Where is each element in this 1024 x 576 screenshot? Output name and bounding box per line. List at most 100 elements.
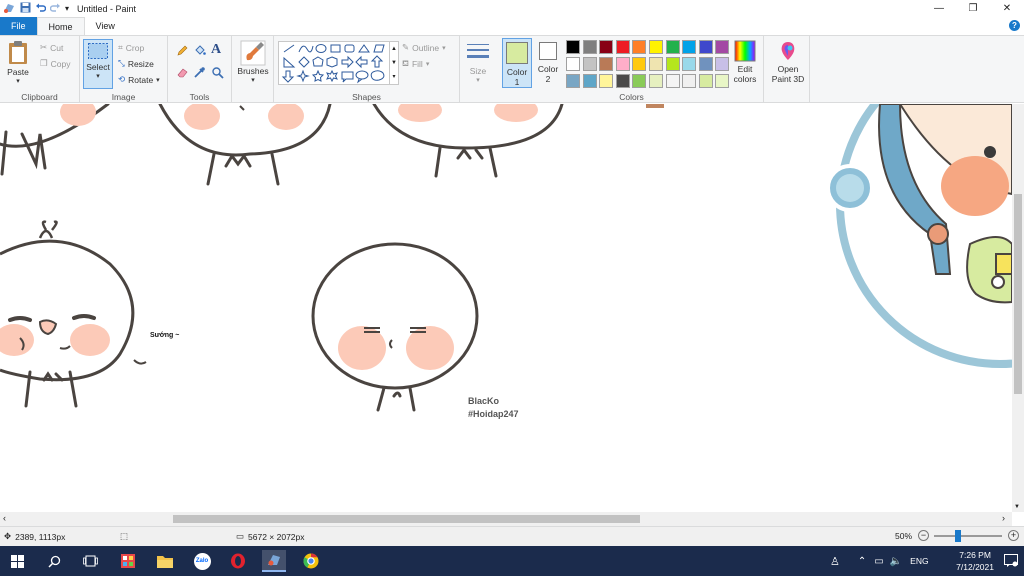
undo-icon[interactable] [35, 2, 47, 15]
palette-swatch[interactable] [649, 57, 663, 71]
notification-icon[interactable] [1004, 554, 1018, 569]
edit-colors-button[interactable]: Edit colors [730, 40, 760, 84]
vertical-scrollbar[interactable]: ▼ [1012, 104, 1024, 512]
palette-swatch[interactable] [599, 57, 614, 71]
vertical-scroll-thumb[interactable] [1014, 194, 1022, 394]
palette-swatch[interactable] [615, 74, 630, 88]
palette-swatch[interactable] [582, 40, 597, 54]
color1-button[interactable]: Color 1 [502, 38, 532, 88]
brushes-button[interactable]: Brushes ▾ [235, 40, 271, 84]
title-bar: ▾ Untitled - Paint — ❐ ✕ [0, 0, 1024, 17]
tab-home[interactable]: Home [36, 17, 85, 35]
save-icon[interactable] [20, 2, 31, 15]
palette-swatch[interactable] [615, 57, 630, 71]
image-group: Select ▾ ⌗ Crop ⤡ Resize ⟲ Rotate ▾ Imag… [80, 36, 168, 103]
scroll-left-icon[interactable]: ‹ [3, 513, 6, 523]
palette-swatch[interactable] [566, 40, 580, 54]
palette-swatch[interactable] [632, 57, 647, 71]
palette-swatch[interactable] [615, 40, 630, 54]
palette-swatch[interactable] [632, 74, 647, 88]
palette-swatch[interactable] [715, 57, 730, 71]
customize-qat-icon[interactable]: ▾ [65, 4, 69, 13]
redo-icon[interactable] [49, 2, 61, 15]
palette-swatch[interactable] [682, 57, 697, 71]
fill-button[interactable]: ⛾ Fill ▾ [402, 58, 429, 70]
tab-view[interactable]: View [85, 17, 126, 35]
palette-swatch[interactable] [665, 40, 680, 54]
windows-start-icon[interactable] [5, 550, 29, 572]
person-icon[interactable]: ♙ [830, 555, 840, 568]
network-icon[interactable]: ▭ [874, 556, 883, 567]
outline-button[interactable]: ✎ Outline ▾ [402, 42, 446, 53]
color-picker-icon[interactable] [193, 66, 206, 81]
store-app-icon[interactable] [116, 550, 140, 572]
close-button[interactable]: ✕ [990, 0, 1024, 17]
palette-swatch[interactable] [566, 74, 580, 88]
tab-file[interactable]: File [0, 17, 37, 35]
maximize-button[interactable]: ❐ [956, 0, 990, 17]
chrome-browser-icon[interactable] [299, 550, 323, 572]
text-tool-icon[interactable]: A [211, 42, 221, 58]
taskbar-clock[interactable]: 7:26 PM 7/12/2021 [956, 549, 994, 573]
copy-button[interactable]: ❐ Copy [40, 58, 70, 69]
palette-swatch[interactable] [698, 57, 713, 71]
color2-button[interactable]: Color 2 [534, 42, 562, 84]
paint-taskbar-icon[interactable] [262, 550, 286, 572]
volume-icon[interactable]: 🔈 [890, 556, 902, 567]
palette-swatch[interactable] [715, 74, 730, 88]
palette-swatch[interactable] [566, 57, 580, 71]
minimize-button[interactable]: — [922, 0, 956, 17]
opera-browser-icon[interactable] [226, 550, 250, 572]
palette-swatch[interactable] [665, 74, 680, 88]
palette-swatch[interactable] [582, 74, 597, 88]
pencil-icon[interactable] [176, 44, 189, 59]
language-indicator[interactable]: ENG [910, 556, 928, 566]
crop-button[interactable]: ⌗ Crop [118, 42, 144, 53]
zoom-slider-thumb[interactable] [954, 530, 961, 542]
palette-swatch[interactable] [599, 74, 614, 88]
shapes-gallery[interactable] [278, 41, 390, 85]
search-icon[interactable] [42, 550, 66, 572]
resize-button[interactable]: ⤡ Resize [118, 58, 154, 69]
magnifier-icon[interactable] [211, 66, 224, 81]
eraser-icon[interactable] [176, 66, 189, 81]
horizontal-scrollbar[interactable]: ‹ › [0, 512, 1012, 526]
zalo-app-icon[interactable]: Zalo [190, 550, 214, 572]
palette-swatch[interactable] [665, 57, 680, 71]
palette-swatch[interactable] [649, 74, 663, 88]
open-paint3d-button[interactable]: Open Paint 3D [768, 40, 808, 84]
selection-icon: ⬚ [120, 531, 129, 541]
brush-icon [240, 40, 266, 66]
palette-swatch[interactable] [649, 40, 663, 54]
fill-bucket-icon[interactable] [193, 44, 206, 59]
palette-swatch[interactable] [682, 74, 697, 88]
zoom-in-button[interactable]: + [1008, 530, 1019, 541]
chevron-up-icon[interactable]: ⌃ [858, 556, 866, 567]
select-button[interactable]: Select ▾ [83, 39, 113, 89]
size-button[interactable]: Size ▾ [464, 42, 492, 84]
horizontal-scroll-thumb[interactable] [173, 515, 640, 523]
palette-swatch[interactable] [698, 74, 713, 88]
zoom-out-button[interactable]: − [918, 530, 929, 541]
paste-button[interactable]: Paste ▾ [6, 40, 30, 85]
drawing-canvas[interactable]: Sướng ~ BlacKo #Hoidap247 [0, 104, 1012, 512]
palette-swatch[interactable] [582, 57, 597, 71]
shapes-scroll[interactable]: ▲ ▼ ▾ [390, 41, 399, 85]
palette-swatch[interactable] [599, 40, 614, 54]
scroll-right-icon[interactable]: › [1002, 513, 1005, 523]
palette-swatch[interactable] [698, 40, 713, 54]
scissors-icon: ✂ [40, 42, 48, 52]
paint-app-icon[interactable] [2, 2, 16, 16]
rotate-button[interactable]: ⟲ Rotate ▾ [118, 74, 160, 85]
file-explorer-icon[interactable] [153, 550, 177, 572]
help-icon[interactable]: ? [1009, 20, 1020, 31]
task-view-icon[interactable] [78, 550, 102, 572]
zoom-slider[interactable] [934, 530, 1002, 542]
ribbon: Paste ▾ ✂ Cut ❐ Copy Clipboard Select ▾ … [0, 35, 1024, 103]
palette-swatch[interactable] [632, 40, 647, 54]
cut-button[interactable]: ✂ Cut [40, 42, 63, 53]
palette-swatch[interactable] [682, 40, 697, 54]
palette-swatch[interactable] [715, 40, 730, 54]
scroll-down-icon[interactable]: ▼ [1014, 504, 1020, 510]
zoom-level: 50% [895, 531, 913, 541]
